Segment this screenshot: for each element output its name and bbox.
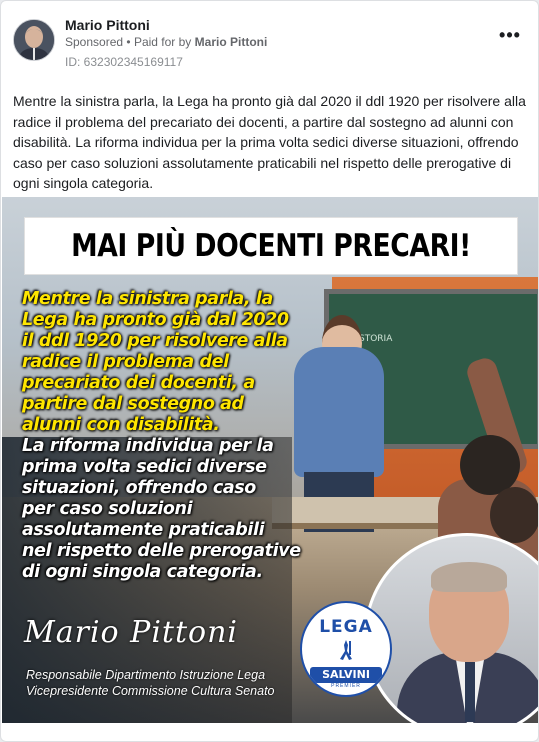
author-role: Responsabile Dipartimento Istruzione Leg… — [26, 667, 275, 699]
role-line-2: Vicepresidente Commissione Cultura Senat… — [26, 684, 275, 698]
signature: Mario Pittoni — [24, 615, 239, 650]
portrait-tie — [465, 662, 475, 722]
yellow-line: il ddl 1920 per risolvere alla — [22, 331, 288, 351]
student-head-2 — [490, 487, 538, 543]
white-line: prima volta sedici diverse — [22, 457, 267, 477]
meta-separator: • — [126, 35, 131, 49]
post-body-text: Mentre la sinistra parla, la Lega ha pro… — [13, 93, 526, 191]
student-head — [460, 435, 520, 495]
paid-for-by-name[interactable]: Mario Pittoni — [195, 35, 268, 49]
portrait-hair — [431, 562, 507, 592]
yellow-line: Mentre la sinistra parla, la — [22, 289, 273, 309]
yellow-line: alunni con disabilità. — [22, 415, 220, 435]
white-line: nel rispetto delle prerogative — [22, 541, 301, 561]
white-line: La riforma individua per la — [22, 436, 274, 456]
warrior-emblem-icon — [340, 640, 352, 660]
yellow-line: Lega ha pronto già dal 2020 — [22, 310, 289, 330]
profile-photo-icon — [14, 20, 54, 60]
white-line: situazioni, offrendo caso — [22, 478, 256, 498]
ad-id: ID: 632302345169117 — [65, 55, 183, 69]
sponsored-label: Sponsored — [65, 35, 124, 49]
lega-logo: LEGA SALVINI PREMIER — [300, 601, 392, 697]
white-line: assolutamente praticabili — [22, 520, 265, 540]
author-name[interactable]: Mario Pittoni — [65, 17, 150, 33]
teacher-body — [294, 347, 384, 477]
more-horizontal-icon: ••• — [499, 25, 521, 45]
logo-bottom-text: SALVINI — [310, 667, 382, 683]
paid-for-by-label: Paid for by — [133, 35, 192, 49]
chalkboard-text: STORIA — [359, 334, 393, 344]
white-line: di ogni singola categoria. — [22, 562, 263, 582]
more-options-button[interactable]: ••• — [496, 25, 524, 51]
ad-card: Mario Pittoni Sponsored • Paid for by Ma… — [0, 0, 539, 742]
logo-top-text: LEGA — [319, 617, 373, 637]
post-header: Mario Pittoni Sponsored • Paid for by Ma… — [13, 15, 526, 71]
yellow-line: precariato dei docenti, a — [22, 373, 255, 393]
portrait-photo — [364, 533, 538, 723]
sponsored-meta: Sponsored • Paid for by Mario Pittoni — [65, 35, 267, 49]
avatar[interactable] — [13, 19, 55, 61]
yellow-line: partire dal sostegno ad — [22, 394, 244, 414]
headline-banner: MAI PIÙ DOCENTI PRECARI! — [24, 217, 518, 275]
overlay-text: Mentre la sinistra parla, la Lega ha pro… — [22, 289, 302, 583]
ad-creative-image[interactable]: STORIA MAI PIÙ DOCENTI PRECARI! Mentre l… — [2, 197, 538, 723]
logo-sub-text: PREMIER — [331, 683, 361, 689]
headline: MAI PIÙ DOCENTI PRECARI! — [71, 228, 471, 264]
white-line: per caso soluzioni — [22, 499, 193, 519]
role-line-1: Responsabile Dipartimento Istruzione Leg… — [26, 668, 266, 682]
yellow-line: radice il problema del — [22, 352, 229, 372]
